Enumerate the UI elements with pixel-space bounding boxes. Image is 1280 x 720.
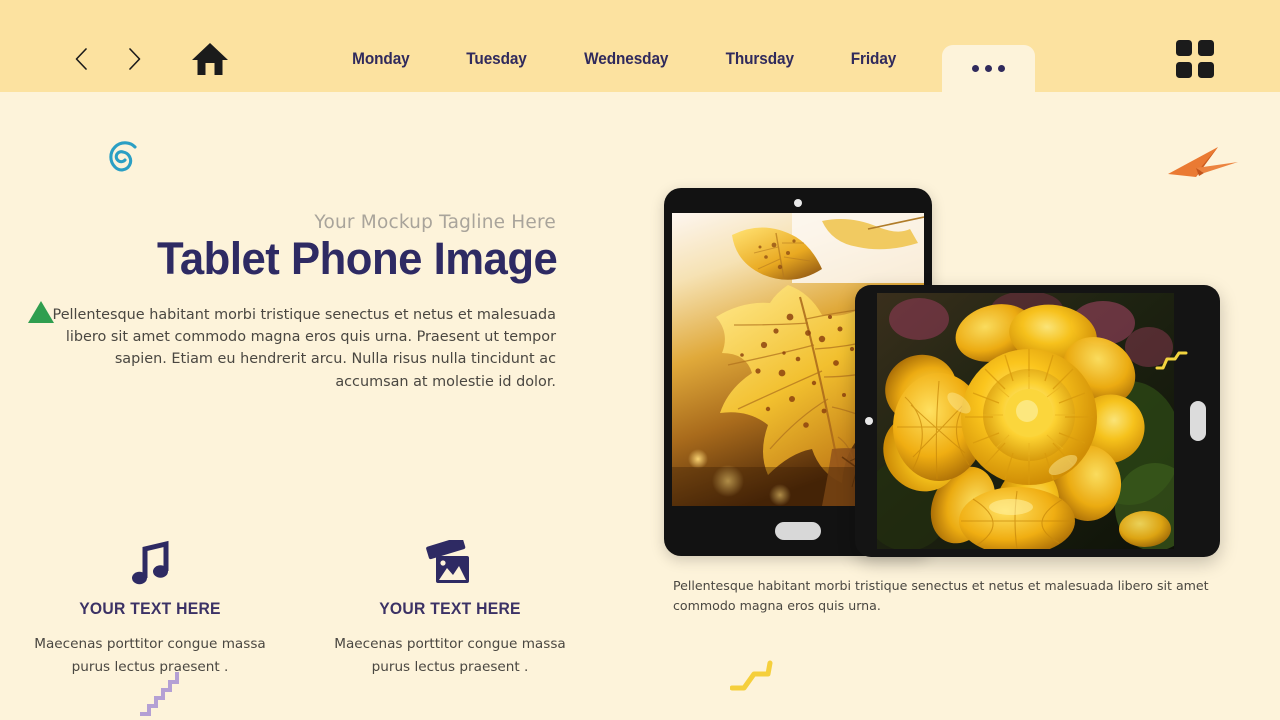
nav-item-tuesday[interactable]: Tuesday: [442, 26, 551, 92]
yellow-flowers-photo: [877, 293, 1174, 549]
grid-view-button[interactable]: [1176, 40, 1214, 78]
forward-button[interactable]: [124, 45, 146, 73]
grid-cell-icon: [1176, 62, 1192, 78]
back-button[interactable]: [70, 45, 92, 73]
front-camera-icon: [794, 199, 802, 207]
front-camera-icon: [865, 417, 873, 425]
device-mockup-area: Pellentesque habitant morbi tristique se…: [640, 92, 1280, 720]
home-icon: [192, 43, 228, 75]
photo-image-icon: [426, 540, 469, 583]
tablet-landscape-device: [855, 285, 1220, 557]
home-button-indicator: [775, 522, 821, 540]
nav-item-more[interactable]: [941, 45, 1035, 92]
top-navigation-bar: Monday Tuesday Wednesday Thursday Friday: [0, 0, 1280, 92]
staircase-zigzag-decoration: [140, 672, 184, 720]
feature-description: Maecenas porttitor congue massa purus le…: [334, 636, 566, 675]
chevron-left-icon: [75, 48, 87, 70]
nav-item-wednesday[interactable]: Wednesday: [560, 26, 693, 92]
grid-cell-icon: [1176, 40, 1192, 56]
hero-text-column: Your Mockup Tagline Here Tablet Phone Im…: [0, 92, 600, 393]
feature-card-music: YOUR TEXT HERE Maecenas porttitor congue…: [0, 530, 300, 679]
feature-description: Maecenas porttitor congue massa purus le…: [34, 636, 266, 675]
feature-icon-wrap: [22, 530, 278, 586]
home-button-indicator: [1190, 401, 1206, 441]
page-title: Tablet Phone Image: [156, 233, 558, 284]
home-button[interactable]: [190, 39, 230, 79]
nav-item-friday[interactable]: Friday: [826, 26, 920, 92]
grid-cell-icon: [1198, 62, 1214, 78]
grid-cell-icon: [1198, 40, 1214, 56]
music-note-icon: [132, 540, 169, 585]
feature-title: YOUR TEXT HERE: [79, 600, 221, 618]
feature-card-photo: YOUR TEXT HERE Maecenas porttitor congue…: [300, 530, 600, 679]
hero-tagline: Your Mockup Tagline Here: [314, 212, 556, 233]
nav-arrows-group: [70, 45, 146, 73]
feature-title: YOUR TEXT HERE: [379, 600, 521, 618]
tablet-landscape-screen: [877, 293, 1174, 549]
features-row: YOUR TEXT HERE Maecenas porttitor congue…: [0, 530, 600, 679]
chevron-right-icon: [129, 48, 141, 70]
nav-item-thursday[interactable]: Thursday: [702, 26, 819, 92]
more-dots-icon: [971, 65, 1005, 72]
nav-item-monday[interactable]: Monday: [328, 26, 434, 92]
hero-body-text: Pellentesque habitant morbi tristique se…: [52, 306, 556, 390]
feature-icon-wrap: [322, 530, 578, 586]
nav-links-group: Monday Tuesday Wednesday Thursday Friday: [324, 26, 1035, 92]
mockup-caption: Pellentesque habitant morbi tristique se…: [673, 578, 1209, 613]
